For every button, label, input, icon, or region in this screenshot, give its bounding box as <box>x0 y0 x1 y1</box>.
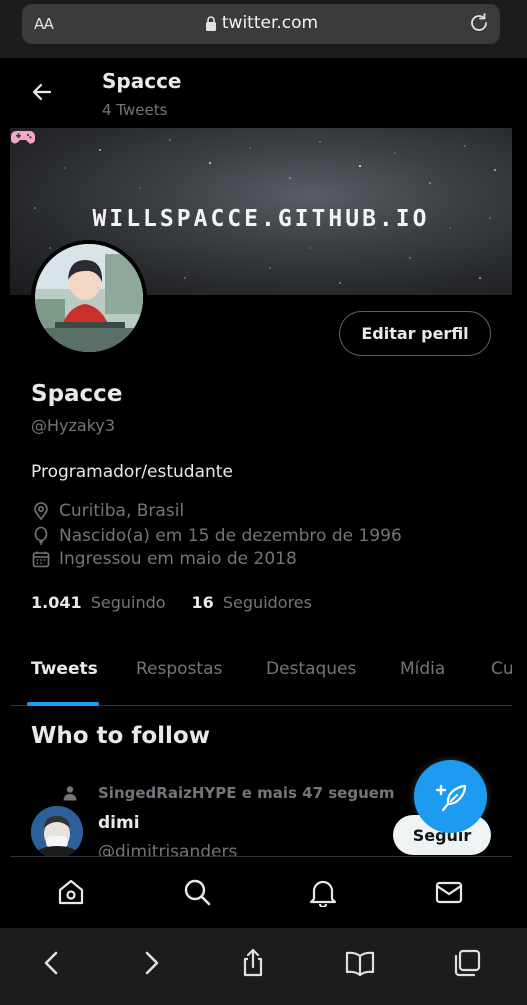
reload-icon[interactable] <box>468 12 490 34</box>
profile-joined: Ingressou em maio de 2018 <box>31 549 297 569</box>
profile-location: Curitiba, Brasil <box>31 501 184 521</box>
tab-respostas[interactable]: Respostas <box>136 659 222 679</box>
share-icon[interactable] <box>238 948 268 978</box>
browser-bottom-toolbar <box>0 928 527 1005</box>
tabs-icon[interactable] <box>452 948 482 978</box>
header-name: Spacce <box>102 69 182 93</box>
back-arrow-icon[interactable] <box>30 80 54 104</box>
follow-context: SingedRaizHYPE e mais 47 seguem <box>62 784 395 802</box>
profile-birthdate: Nascido(a) em 15 de dezembro de 1996 <box>31 526 402 546</box>
notifications-bell-icon[interactable] <box>308 877 338 907</box>
address-domain[interactable]: twitter.com <box>22 13 500 33</box>
profile-name: Spacce <box>31 381 123 407</box>
calendar-icon <box>32 551 50 568</box>
header-tweet-count: 4 Tweets <box>102 101 168 119</box>
followers-count: 16 <box>191 593 214 612</box>
active-tab-indicator <box>27 702 99 706</box>
following-link[interactable]: 1.041 Seguindo <box>31 593 166 612</box>
who-to-follow-title: Who to follow <box>31 723 210 749</box>
balloon-icon <box>34 526 48 545</box>
edit-profile-button[interactable]: Editar perfil <box>339 311 491 356</box>
following-count: 1.041 <box>31 593 82 612</box>
compose-feather-icon <box>435 784 466 811</box>
gamepad-icon <box>11 131 35 144</box>
suggestion-name[interactable]: dimi <box>98 813 140 833</box>
profile-avatar[interactable] <box>31 240 147 356</box>
compose-tweet-button[interactable] <box>414 760 487 833</box>
search-icon[interactable] <box>182 877 212 907</box>
messages-envelope-icon[interactable] <box>434 877 464 907</box>
tab-midia[interactable]: Mídia <box>400 659 445 679</box>
browser-top-bar: AA twitter.com <box>0 0 527 58</box>
follow-stats: 1.041 Seguindo 16 Seguidores <box>31 593 338 612</box>
location-pin-icon <box>34 502 48 521</box>
birthdate-text: Nascido(a) em 15 de dezembro de 1996 <box>59 526 402 546</box>
profile-header: Spacce 4 Tweets <box>10 58 512 128</box>
follow-context-text: SingedRaizHYPE e mais 47 seguem <box>98 784 395 802</box>
location-text: Curitiba, Brasil <box>59 501 185 521</box>
browser-back-icon[interactable] <box>37 948 67 978</box>
tab-destaques[interactable]: Destaques <box>266 659 356 679</box>
tab-tweets[interactable]: Tweets <box>31 659 98 679</box>
suggestion-avatar[interactable] <box>31 806 83 858</box>
profile-handle: @Hyzaky3 <box>31 416 116 435</box>
joined-text: Ingressou em maio de 2018 <box>59 549 297 569</box>
profile-tabs: Tweets Respostas Destaques Mídia Cu <box>10 653 512 706</box>
lock-icon <box>206 16 216 31</box>
followers-link[interactable]: 16 Seguidores <box>192 593 312 612</box>
twitter-app: Spacce 4 Tweets WILLSPACCE.GITHUB.IO Edi… <box>10 58 512 928</box>
bookmarks-icon[interactable] <box>345 948 375 978</box>
bottom-navigation <box>10 856 512 928</box>
tab-curtidas[interactable]: Cu <box>491 659 512 679</box>
domain-text: twitter.com <box>221 13 319 33</box>
banner-text: WILLSPACCE.GITHUB.IO <box>92 206 430 232</box>
followers-label: Seguidores <box>222 593 312 612</box>
browser-forward-icon[interactable] <box>136 948 166 978</box>
address-bar[interactable]: AA twitter.com <box>22 4 500 44</box>
following-label: Seguindo <box>90 593 166 612</box>
person-icon <box>63 786 77 801</box>
home-icon[interactable] <box>56 877 86 907</box>
profile-bio: Programador/estudante <box>31 462 233 482</box>
